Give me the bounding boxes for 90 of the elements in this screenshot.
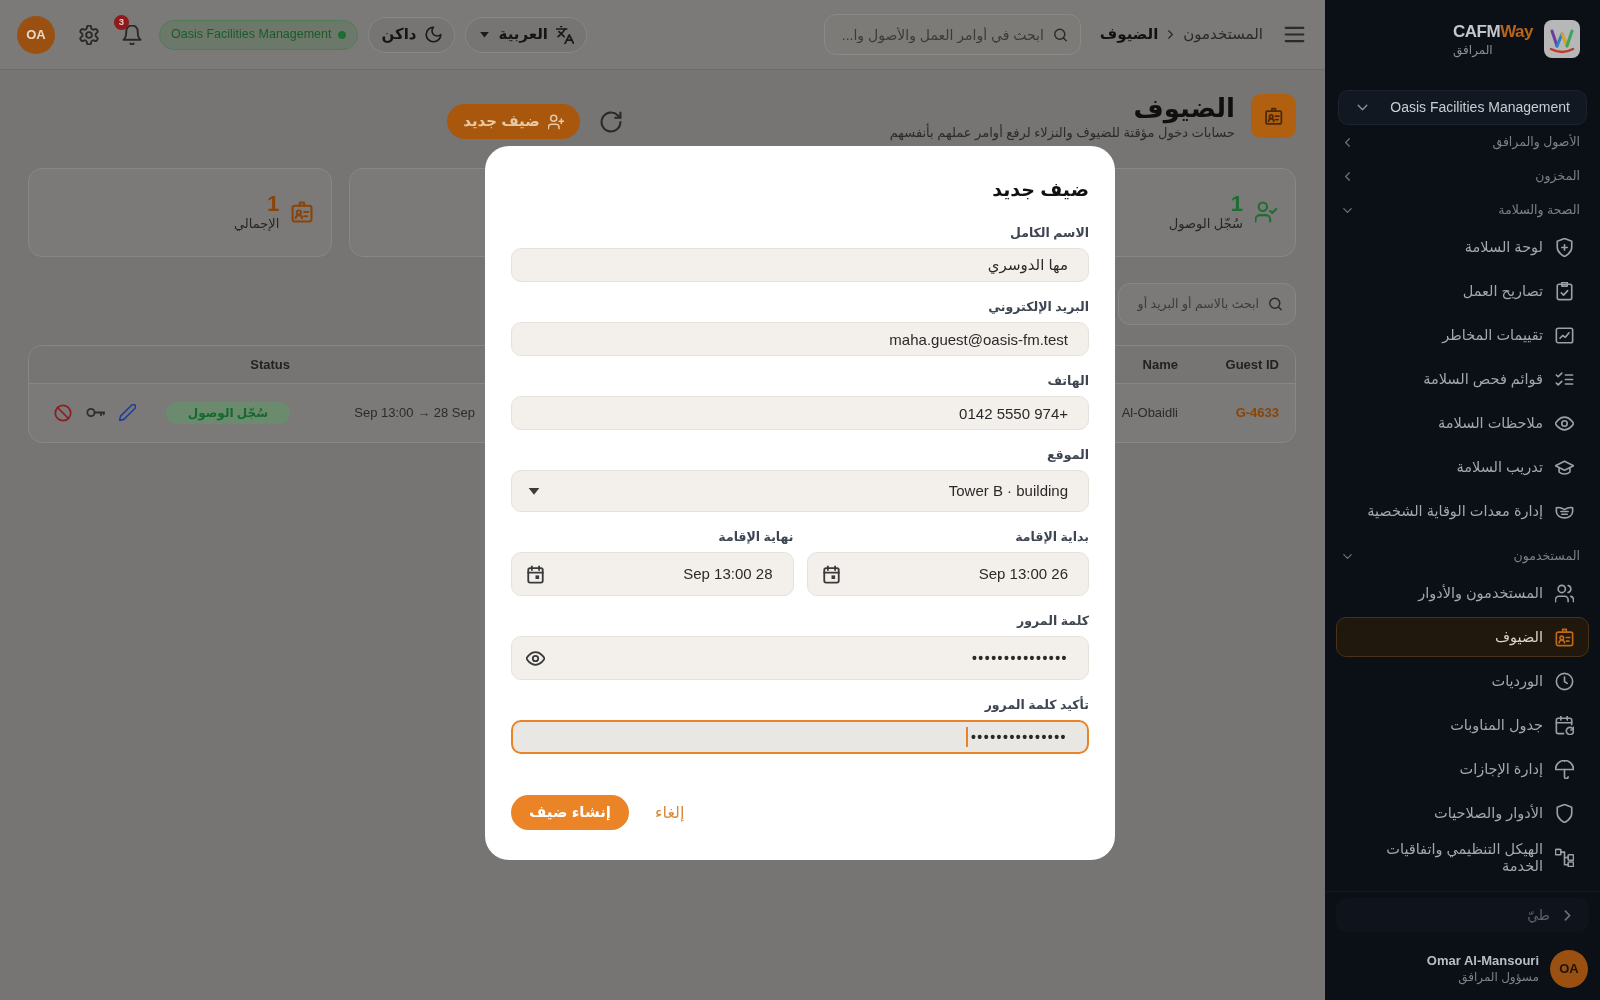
refresh-icon[interactable] (599, 110, 622, 133)
stat-label: سُجّل الوصول (1168, 216, 1243, 233)
dialog-title: ضيف جديد (991, 178, 1089, 202)
user-name: Omar Al-Mansouri (1426, 952, 1539, 970)
user-check-icon (1255, 201, 1277, 224)
text-field[interactable]: +974 5550 0142 (511, 396, 1089, 430)
id-badge-icon (1251, 94, 1296, 138)
clock-icon (1555, 671, 1574, 691)
graduation-cap-icon (1555, 457, 1574, 477)
field-label: نهاية الإقامة (717, 529, 794, 545)
calendar-refresh-icon (1555, 715, 1574, 735)
sidebar-group[interactable]: المستخدمون (1325, 539, 1600, 573)
sidebar-item[interactable]: إدارة معدات الوقاية الشخصية (1336, 491, 1589, 531)
hierarchy-icon (1555, 848, 1574, 868)
sidebar-item[interactable]: قوائم فحص السلامة (1336, 359, 1589, 399)
password-field[interactable]: ••••••••••••••• (511, 720, 1089, 754)
sidebar-group[interactable]: المخزون (1325, 159, 1600, 193)
sidebar-item[interactable]: الضيوف (1336, 617, 1589, 657)
sidebar-item[interactable]: ملاحظات السلامة (1336, 403, 1589, 443)
column-header: Name (1141, 355, 1179, 374)
settings-icon[interactable] (79, 24, 99, 45)
field-label: الموقع (1046, 447, 1089, 463)
organization-name: Oasis Facilities Management (171, 26, 332, 44)
shield-plus-icon (1555, 237, 1574, 257)
search-field[interactable]: ابحث بالاسم أو البريد أو (1118, 282, 1296, 325)
breadcrumb-current[interactable]: الضيوف (1099, 23, 1159, 46)
logo-icon (1544, 20, 1580, 58)
sidebar-item[interactable]: الهيكل التنظيمي واتفاقيات الخدمة (1336, 837, 1589, 879)
stat-value: 1 (1229, 191, 1243, 217)
moon-icon (424, 26, 442, 43)
select-field[interactable]: Tower B · building (511, 470, 1089, 512)
page-subtitle: حسابات دخول مؤقتة للضيوف والنزلاء لرفع أوامر عملهم بأنفسهم (889, 123, 1235, 141)
users-icon (1555, 583, 1574, 603)
calendar-icon[interactable] (821, 564, 841, 584)
search-icon (1268, 296, 1283, 312)
sidebar-item[interactable]: الأدوار والصلاحيات (1336, 793, 1589, 833)
chart-icon (1555, 325, 1574, 345)
sidebar-item[interactable]: تصاريح العمل (1336, 271, 1589, 311)
umbrella-icon (1555, 759, 1574, 779)
calendar-icon[interactable] (526, 564, 545, 584)
stat-value: 1 (266, 191, 280, 217)
sidebar-item[interactable]: إدارة الإجازات (1336, 749, 1589, 789)
text-field[interactable]: مها الدوسري (511, 248, 1089, 282)
eye-icon[interactable] (526, 648, 545, 668)
text-field[interactable]: maha.guest@oasis-fm.test (511, 322, 1089, 356)
sidebar-item[interactable]: لوحة السلامة (1336, 227, 1589, 267)
stay-dates: Sep 13:00 → 28 Sep (354, 405, 475, 421)
sidebar-group[interactable]: الصحة والسلامة (1325, 193, 1600, 227)
organization-dropdown[interactable]: Oasis Facilities Management (1338, 90, 1587, 125)
language-dropdown[interactable]: العربية (464, 16, 587, 53)
sidebar-item[interactable]: جدول المناوبات (1336, 705, 1589, 745)
bell-icon[interactable] (122, 24, 142, 45)
translate-icon (556, 25, 574, 44)
status-badge: سُجّل الوصول (165, 401, 290, 424)
sidebar-item[interactable]: الورديات (1336, 661, 1589, 701)
field-label: كلمة المرور (1015, 613, 1089, 629)
clipboard-check-icon (1555, 281, 1574, 301)
field-label: الهاتف (1046, 373, 1089, 389)
sidebar-item[interactable]: تقييمات المخاطر (1336, 315, 1589, 355)
field-label: تأكيد كلمة المرور (983, 697, 1089, 713)
pencil-icon[interactable] (119, 404, 136, 422)
ban-icon[interactable] (54, 403, 72, 422)
date-field[interactable]: 28 Sep 13:00 (511, 552, 794, 596)
user-avatar[interactable]: OA (17, 15, 55, 54)
sidebar-item[interactable]: تدريب السلامة (1336, 447, 1589, 487)
date-field[interactable]: 26 Sep 13:00 (806, 552, 1089, 596)
field-label: بداية الإقامة (1014, 529, 1089, 545)
id-badge-icon (291, 201, 314, 224)
id-badge-icon (1555, 627, 1574, 647)
page-title: الضيوف (1132, 94, 1235, 124)
brand-name: CAFMWay (1453, 23, 1533, 42)
column-header: Status (249, 355, 291, 374)
sidebar-group[interactable]: الأصول والمرافق (1325, 125, 1600, 159)
theme-toggle[interactable]: داكن (368, 16, 455, 53)
checklist-icon (1555, 369, 1574, 389)
sidebar-item[interactable]: المستخدمون والأدوار (1336, 573, 1589, 613)
stat-label: الإجمالي (233, 216, 280, 233)
shield-icon (1555, 803, 1574, 823)
password-field[interactable]: ••••••••••••••• (511, 636, 1089, 680)
user-role: مسؤول المرافق (1457, 969, 1539, 986)
field-label: الاسم الكامل (1009, 225, 1089, 241)
notification-count: 3 (114, 14, 129, 30)
field-label: البريد الإلكتروني (987, 299, 1089, 315)
guest-name: Al-Obaidli (1121, 405, 1178, 421)
search-icon (1052, 27, 1068, 42)
user-plus-icon (547, 113, 564, 130)
column-header: Guest ID (1224, 355, 1280, 374)
eye-icon (1555, 413, 1574, 433)
brand-subtitle: المرافق (1453, 41, 1493, 59)
text-cursor-icon (965, 727, 968, 747)
